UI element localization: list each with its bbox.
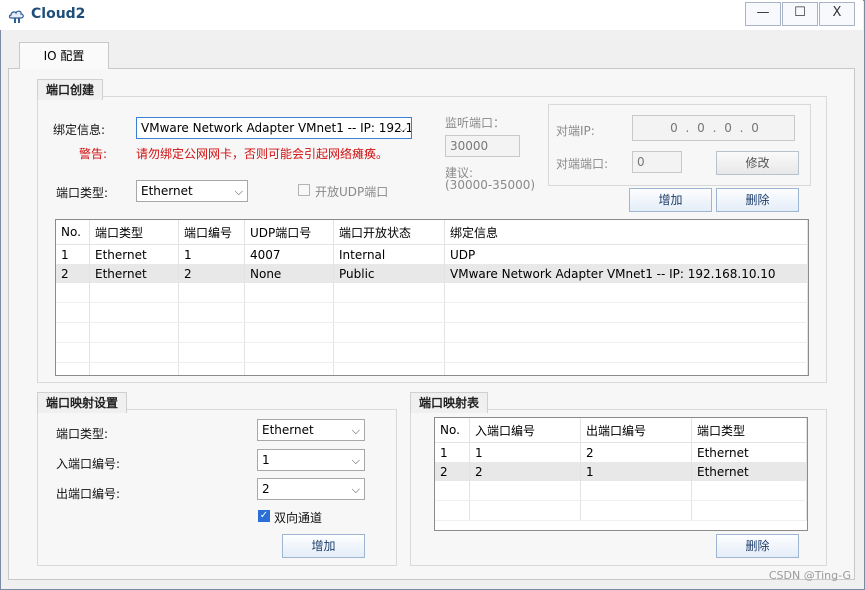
bind-label: 绑定信息: bbox=[53, 123, 106, 137]
chevron-down-icon: ⌵ bbox=[398, 122, 407, 135]
cell: 2 bbox=[469, 462, 581, 481]
listen-port-label: 监听端口： bbox=[445, 116, 506, 130]
warning-text: 请勿绑定公网网卡，否则可能会引起网络瘫痪。 bbox=[136, 147, 389, 161]
cell: Ethernet bbox=[89, 264, 179, 283]
cell: 1 bbox=[56, 244, 90, 264]
warning-label: 警告: bbox=[79, 147, 108, 161]
map-port-type-label: 端口类型: bbox=[56, 427, 109, 441]
col-header-no: No. bbox=[56, 220, 90, 245]
cell: 2 bbox=[56, 264, 90, 283]
port-type-label: 端口类型: bbox=[56, 186, 109, 200]
peer-ip-label: 对端IP: bbox=[556, 124, 595, 138]
cell: 2 bbox=[435, 462, 470, 481]
udp-checkbox[interactable] bbox=[298, 184, 310, 196]
delete-port-button[interactable]: 删除 bbox=[716, 188, 799, 212]
cell: Ethernet bbox=[691, 462, 807, 481]
mapping-table-legend: 端口映射表 bbox=[410, 392, 489, 413]
cell: Ethernet bbox=[89, 244, 179, 264]
port-table: No. 端口类型 端口编号 UDP端口号 端口开放状态 绑定信息 1 Ether… bbox=[55, 219, 809, 376]
port-type-value: Ethernet bbox=[141, 184, 193, 198]
peer-port-label: 对端端口: bbox=[556, 157, 609, 171]
table-header: No. 入端口编号 出端口编号 端口类型 bbox=[435, 418, 807, 443]
cell: 1 bbox=[435, 442, 470, 462]
table-row[interactable]: 2 2 1 Ethernet bbox=[435, 462, 807, 481]
out-port-label: 出端口编号: bbox=[56, 487, 121, 501]
empty-row bbox=[56, 283, 808, 303]
bidirectional-label: 双向通道 bbox=[274, 511, 323, 525]
map-port-type-select[interactable]: Ethernet ⌵ bbox=[257, 419, 365, 441]
cell: 1 bbox=[469, 442, 581, 462]
map-port-type-value: Ethernet bbox=[262, 423, 314, 437]
watermark: CSDN @Ting-G bbox=[768, 569, 851, 582]
chevron-down-icon: ⌵ bbox=[234, 185, 243, 198]
empty-row bbox=[56, 302, 808, 323]
cell: Public bbox=[333, 264, 445, 283]
cell: 2 bbox=[580, 442, 692, 462]
mapping-settings-legend: 端口映射设置 bbox=[37, 392, 128, 413]
cloud-app-icon bbox=[8, 10, 24, 23]
col-header-port-number: 端口编号 bbox=[178, 220, 245, 245]
port-type-select[interactable]: Ethernet ⌵ bbox=[136, 180, 248, 202]
in-port-label: 入端口编号: bbox=[56, 457, 121, 471]
bind-select-value: VMware Network Adapter VMnet1 -- IP: 192… bbox=[141, 121, 412, 135]
cell: Internal bbox=[333, 244, 445, 264]
delete-mapping-button[interactable]: 删除 bbox=[716, 534, 799, 558]
cell: 4007 bbox=[244, 244, 334, 264]
cell: 1 bbox=[580, 462, 692, 481]
chevron-down-icon: ⌵ bbox=[351, 454, 360, 467]
empty-row bbox=[56, 342, 808, 363]
table-row[interactable]: 1 Ethernet 1 4007 Internal UDP bbox=[56, 244, 808, 264]
table-row[interactable]: 2 Ethernet 2 None Public VMware Network … bbox=[56, 264, 808, 283]
col-header-udp-port: UDP端口号 bbox=[244, 220, 334, 245]
col-header-in-port: 入端口编号 bbox=[469, 418, 581, 443]
table-row[interactable]: 1 1 2 Ethernet bbox=[435, 442, 807, 462]
col-header-out-port: 出端口编号 bbox=[580, 418, 692, 443]
window-title: Cloud2 bbox=[31, 6, 86, 22]
add-port-button[interactable]: 增加 bbox=[629, 188, 712, 212]
cell: UDP bbox=[444, 244, 808, 264]
col-header-binding: 绑定信息 bbox=[444, 220, 808, 245]
col-header-port-type: 端口类型 bbox=[691, 418, 807, 443]
mapping-table: No. 入端口编号 出端口编号 端口类型 1 1 2 Ethernet 2 2 … bbox=[434, 417, 808, 531]
bind-select[interactable]: VMware Network Adapter VMnet1 -- IP: 192… bbox=[136, 117, 412, 139]
col-header-port-type: 端口类型 bbox=[89, 220, 179, 245]
col-header-no: No. bbox=[435, 418, 470, 443]
title-bar: Cloud2 — ☐ X bbox=[0, 0, 863, 30]
in-port-value: 1 bbox=[262, 453, 270, 467]
modify-button[interactable]: 修改 bbox=[716, 151, 799, 175]
port-create-legend: 端口创建 bbox=[37, 79, 104, 100]
minimize-button[interactable]: — bbox=[745, 2, 781, 26]
cell: Ethernet bbox=[691, 442, 807, 462]
cell: None bbox=[244, 264, 334, 283]
col-header-open-status: 端口开放状态 bbox=[333, 220, 445, 245]
peer-port-input[interactable]: 0 bbox=[632, 151, 682, 173]
udp-checkbox-label: 开放UDP端口 bbox=[315, 185, 389, 199]
empty-row bbox=[56, 362, 808, 375]
cell: VMware Network Adapter VMnet1 -- IP: 192… bbox=[444, 264, 808, 283]
cell: 1 bbox=[178, 244, 245, 264]
chevron-down-icon: ⌵ bbox=[351, 424, 360, 437]
listen-port-input[interactable]: 30000 bbox=[445, 135, 520, 157]
out-port-value: 2 bbox=[262, 482, 270, 496]
empty-row bbox=[435, 500, 807, 521]
empty-row bbox=[435, 481, 807, 501]
peer-ip-input[interactable]: 0 . 0 . 0 . 0 bbox=[632, 115, 795, 141]
table-header: No. 端口类型 端口编号 UDP端口号 端口开放状态 绑定信息 bbox=[56, 220, 808, 245]
add-mapping-button[interactable]: 增加 bbox=[282, 534, 365, 558]
out-port-select[interactable]: 2 ⌵ bbox=[257, 478, 365, 500]
bidirectional-checkbox[interactable]: ✓ bbox=[258, 510, 270, 522]
tab-io-config[interactable]: IO 配置 bbox=[19, 42, 109, 69]
empty-row bbox=[56, 322, 808, 343]
in-port-select[interactable]: 1 ⌵ bbox=[257, 449, 365, 471]
chevron-down-icon: ⌵ bbox=[351, 483, 360, 496]
close-button[interactable]: X bbox=[819, 2, 855, 26]
cell: 2 bbox=[178, 264, 245, 283]
suggest-range: (30000-35000) bbox=[445, 178, 536, 192]
maximize-button[interactable]: ☐ bbox=[782, 2, 818, 26]
